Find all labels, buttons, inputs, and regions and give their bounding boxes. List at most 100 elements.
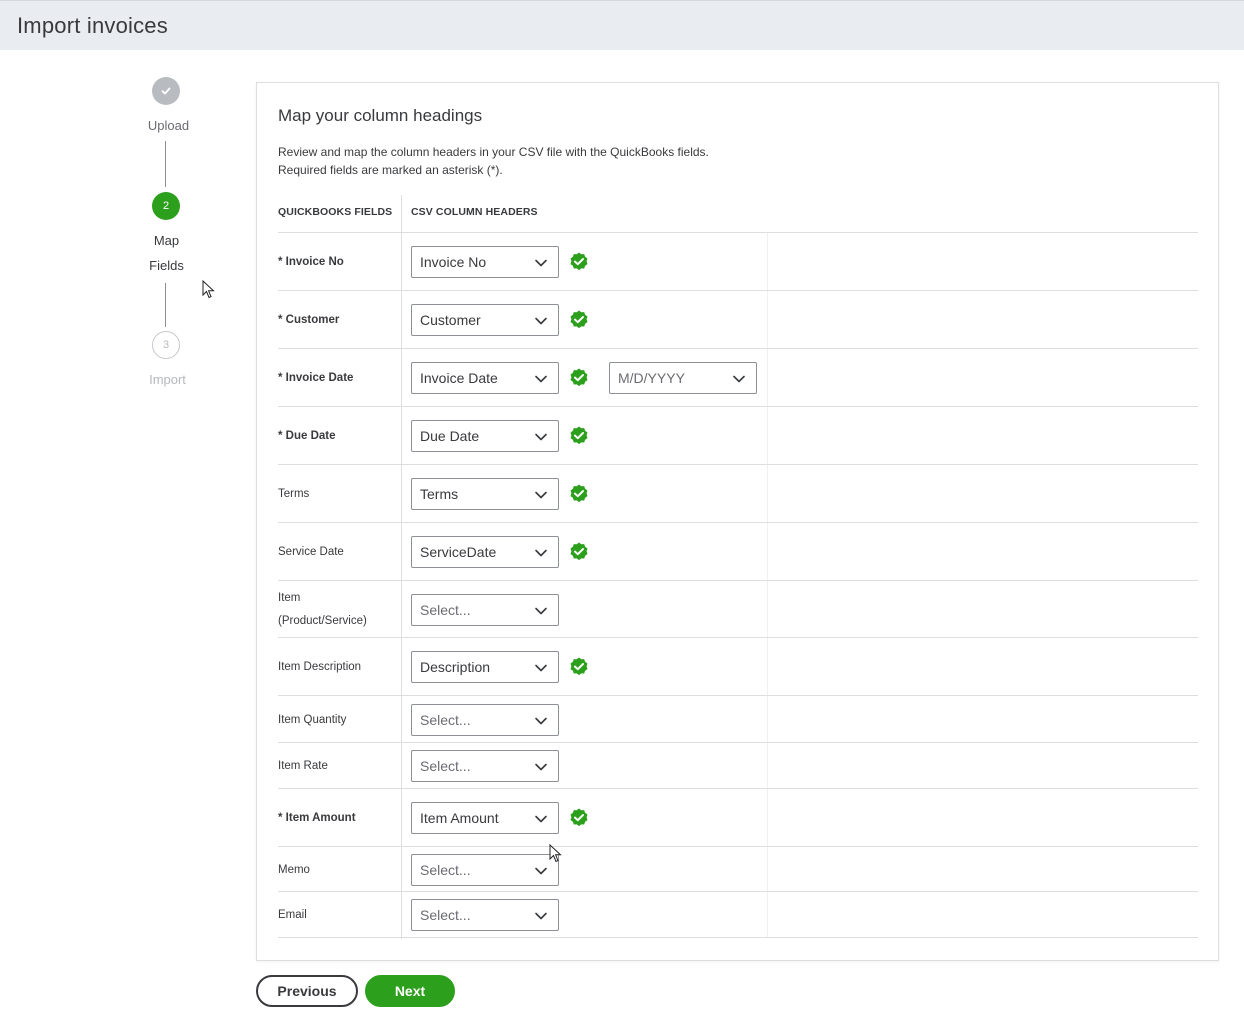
check-circle-icon — [570, 657, 588, 676]
select-value: Invoice Date — [420, 370, 498, 386]
field-label: * Item Amount — [278, 812, 356, 824]
select-value: Customer — [420, 312, 481, 328]
csv-column-select[interactable]: Select... — [411, 853, 559, 886]
check-circle-icon — [570, 310, 588, 329]
chevron-down-icon — [535, 912, 547, 920]
map-columns-card: Map your column headings Review and map … — [256, 82, 1219, 961]
table-row: Email Select... — [278, 891, 1198, 937]
column-header-quickbooks-fields: QUICKBOOKS FIELDS — [278, 206, 393, 218]
select-value: Item Amount — [420, 810, 499, 826]
check-circle-icon — [570, 542, 588, 561]
previous-button[interactable]: Previous — [256, 975, 358, 1007]
step-map-fields-label: Map Fields — [119, 228, 214, 278]
csv-column-select[interactable]: Item Amount — [411, 802, 559, 834]
step-map-fields-label-line2: Fields — [149, 258, 184, 273]
card-description: Review and map the column headers in you… — [278, 143, 878, 179]
field-label: * Invoice Date — [278, 372, 354, 384]
field-label: Item Rate — [278, 760, 328, 772]
chevron-down-icon — [535, 664, 547, 672]
date-format-select[interactable]: M/D/YYYY — [609, 362, 757, 394]
table-row: Memo Select... — [278, 846, 1198, 891]
column-header-csv-column-headers: CSV COLUMN HEADERS — [411, 206, 538, 218]
csv-column-select[interactable]: Terms — [411, 478, 559, 510]
select-value: Invoice No — [420, 254, 487, 270]
chevron-down-icon — [535, 867, 547, 874]
chevron-down-icon — [535, 259, 547, 267]
check-circle-icon — [570, 808, 588, 827]
step-import-label: Import — [149, 372, 186, 387]
field-label: Memo — [278, 863, 310, 876]
step-map-fields-circle: 2 — [152, 192, 180, 220]
csv-column-select[interactable]: ServiceDate — [411, 536, 559, 568]
chevron-down-icon — [535, 491, 547, 499]
table-row: Terms Terms — [278, 464, 1198, 522]
card-title: Map your column headings — [278, 106, 483, 125]
chevron-down-icon — [535, 549, 547, 557]
check-icon — [161, 87, 171, 95]
table-row: * Customer Customer — [278, 290, 1198, 348]
table-row: Item Description Description — [278, 637, 1198, 695]
csv-column-select[interactable]: Select... — [411, 750, 559, 782]
next-button[interactable]: Next — [365, 975, 455, 1007]
select-value: Terms — [420, 486, 459, 502]
chevron-down-icon — [535, 375, 547, 383]
csv-column-select[interactable]: Invoice Date — [411, 362, 559, 394]
chevron-down-icon — [535, 717, 547, 724]
chevron-down-icon — [535, 815, 547, 823]
table-row: Item (Product/Service) Select... — [278, 580, 1198, 637]
field-label: Service Date — [278, 546, 344, 558]
divider — [278, 937, 1198, 938]
step-connector — [165, 283, 166, 327]
page-header: Import invoices — [0, 0, 1244, 50]
field-label: Email — [278, 909, 307, 921]
page-title: Import invoices — [17, 13, 168, 38]
field-label: Item Quantity — [278, 713, 347, 726]
table-row: * Invoice Date Invoice Date M/D/YYYY — [278, 348, 1198, 406]
select-value: Select... — [420, 861, 471, 878]
table-row: * Due Date Due Date — [278, 406, 1198, 464]
csv-column-select[interactable]: Description — [411, 651, 559, 683]
csv-column-select[interactable]: Select... — [411, 899, 559, 931]
csv-column-select[interactable]: Due Date — [411, 420, 559, 452]
mouse-cursor-icon — [202, 280, 215, 299]
table-row: * Item Amount Item Amount — [278, 788, 1198, 846]
csv-column-select[interactable]: Customer — [411, 304, 559, 336]
step-connector — [165, 141, 166, 187]
card-description-line2: Required fields are marked an asterisk (… — [278, 163, 503, 177]
select-value: ServiceDate — [420, 544, 497, 560]
select-value: Due Date — [420, 428, 480, 444]
chevron-down-icon — [535, 317, 547, 325]
step-import-circle: 3 — [152, 331, 180, 359]
check-circle-icon — [570, 368, 588, 387]
select-value: Select... — [420, 907, 471, 923]
field-label-line2: (Product/Service) — [278, 614, 367, 627]
csv-column-select[interactable]: Select... — [411, 593, 559, 626]
select-value: Select... — [420, 758, 471, 774]
check-circle-icon — [570, 484, 588, 503]
check-circle-icon — [570, 252, 588, 271]
mouse-cursor-icon — [549, 844, 562, 863]
select-value: M/D/YYYY — [618, 370, 685, 386]
chevron-down-icon — [535, 763, 547, 771]
select-value: Select... — [420, 711, 471, 728]
select-value: Description — [420, 659, 491, 675]
table-row: * Invoice No Invoice No — [278, 232, 1198, 290]
chevron-down-icon — [535, 607, 547, 614]
table-row: Service Date ServiceDate — [278, 522, 1198, 580]
table-row: Item Quantity Select... — [278, 695, 1198, 742]
chevron-down-icon — [733, 375, 745, 383]
field-label-line1: Item — [278, 591, 301, 604]
field-label: * Customer — [278, 314, 340, 326]
field-label: Terms — [278, 488, 310, 500]
chevron-down-icon — [535, 433, 547, 441]
field-label: Item (Product/Service) — [278, 587, 396, 633]
field-label: * Invoice No — [278, 256, 344, 268]
import-stepper: Upload 2 Map Fields 3 Import — [120, 75, 215, 405]
card-description-line1: Review and map the column headers in you… — [278, 145, 709, 159]
step-upload-circle — [152, 77, 180, 105]
csv-column-select[interactable]: Select... — [411, 703, 559, 736]
field-label: * Due Date — [278, 430, 336, 442]
select-value: Select... — [420, 601, 471, 618]
step-upload-label: Upload — [147, 118, 190, 133]
csv-column-select[interactable]: Invoice No — [411, 246, 559, 278]
